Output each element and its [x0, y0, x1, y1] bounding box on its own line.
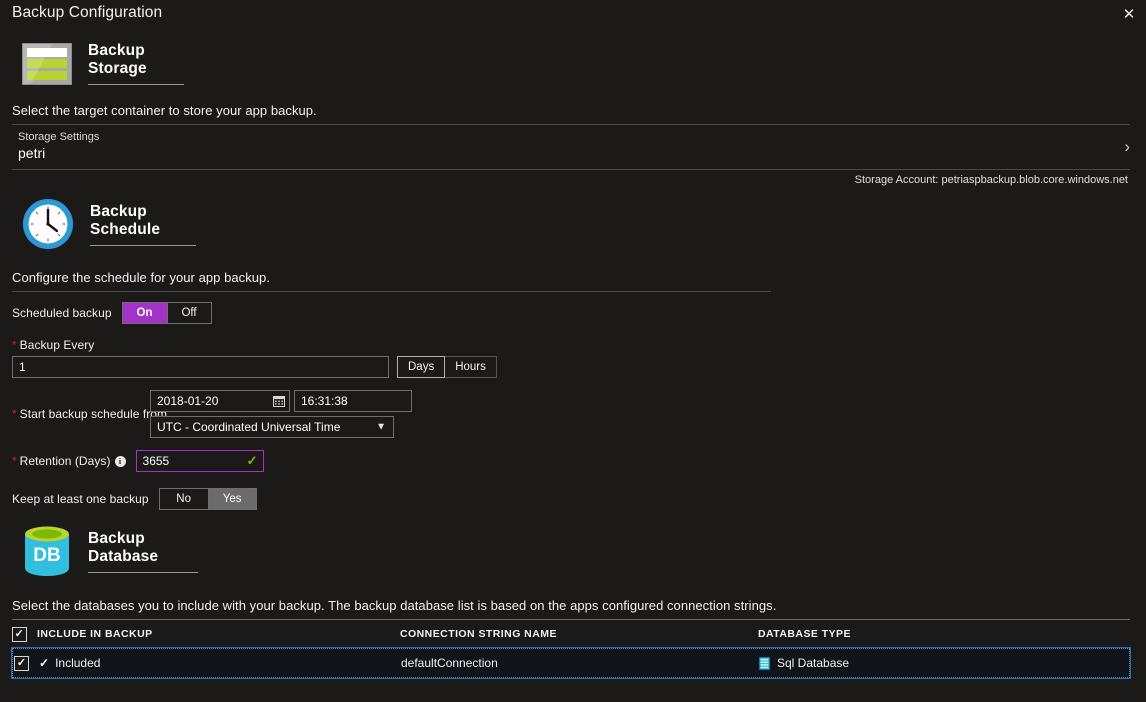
backup-every-input[interactable] [12, 356, 389, 378]
storage-account-note: Storage Account: petriaspbackup.blob.cor… [0, 170, 1146, 186]
column-header-database-type: DATABASE TYPE [758, 628, 1130, 640]
table-row[interactable]: ✓ ✓ Included defaultConnection Sql Datab… [12, 648, 1130, 678]
unit-hours-button[interactable]: Hours [445, 356, 497, 378]
select-all-checkbox[interactable]: ✓ [12, 627, 27, 642]
row-checkbox[interactable]: ✓ [14, 656, 29, 671]
row-include-label: Included [55, 656, 100, 670]
backup-storage-description: Select the target container to store you… [0, 103, 1146, 124]
unit-days-button[interactable]: Days [397, 356, 445, 378]
included-check-icon: ✓ [39, 656, 49, 670]
backup-storage-title: Backup Storage [88, 42, 184, 78]
scheduled-backup-label: Scheduled backup [12, 306, 112, 320]
title-underline [88, 572, 198, 573]
timezone-select[interactable] [150, 416, 394, 438]
backup-every-unit-group[interactable]: Days Hours [397, 356, 497, 378]
start-time-input[interactable] [294, 390, 412, 412]
scheduled-backup-row: Scheduled backup On Off [0, 302, 1146, 324]
svg-text:DB: DB [33, 545, 60, 566]
blade-titlebar: Backup Configuration ✕ [0, 0, 1146, 30]
backup-schedule-title: Backup Schedule [90, 203, 196, 239]
column-header-include-in-backup: INCLUDE IN BACKUP [37, 628, 153, 640]
retention-row: * Retention (Days) i ✓ [0, 450, 1146, 472]
table-header-row: ✓ INCLUDE IN BACKUP CONNECTION STRING NA… [12, 620, 1130, 648]
info-icon[interactable]: i [115, 456, 126, 467]
clock-icon [22, 198, 74, 250]
keep-one-backup-toggle[interactable]: No Yes [159, 488, 257, 510]
start-backup-schedule-label: Start backup schedule from [20, 407, 167, 421]
page-title: Backup Configuration [12, 4, 162, 21]
close-icon[interactable]: ✕ [1116, 2, 1142, 26]
divider [12, 291, 771, 292]
required-marker: * [12, 338, 17, 352]
row-connection-string-name: defaultConnection [401, 656, 759, 670]
chevron-right-icon: › [1124, 137, 1130, 157]
column-header-connection-string-name: CONNECTION STRING NAME [400, 628, 758, 640]
backup-every-group: * Backup Every Days Hours [0, 338, 1146, 378]
sql-database-icon [759, 657, 770, 670]
title-underline [90, 245, 196, 246]
scheduled-backup-option-on[interactable]: On [123, 303, 167, 323]
keep-one-backup-label: Keep at least one backup [12, 492, 149, 506]
backup-database-description: Select the databases you to include with… [0, 598, 1146, 619]
title-underline [88, 84, 184, 85]
scheduled-backup-toggle[interactable]: On Off [122, 302, 212, 324]
storage-icon [22, 43, 72, 85]
databases-table: ✓ INCLUDE IN BACKUP CONNECTION STRING NA… [0, 620, 1146, 678]
storage-settings-label: Storage Settings [18, 131, 1146, 143]
retention-label: Retention (Days) [20, 454, 111, 468]
backup-configuration-blade: Backup Configuration ✕ Backup Storage Se… [0, 0, 1146, 702]
required-marker: * [12, 454, 17, 468]
backup-schedule-description: Configure the schedule for your app back… [0, 270, 1146, 291]
keep-one-backup-row: Keep at least one backup No Yes [0, 488, 1146, 510]
backup-database-title: Backup Database [88, 530, 198, 566]
required-marker: * [12, 407, 17, 421]
storage-settings-picker[interactable]: Storage Settings petri › [0, 125, 1146, 169]
backup-every-label: Backup Every [20, 338, 95, 352]
start-date-input[interactable] [150, 390, 290, 412]
keep-one-backup-option-yes[interactable]: Yes [208, 489, 256, 509]
backup-schedule-header: Backup Schedule [0, 198, 1146, 250]
keep-one-backup-option-no[interactable]: No [160, 489, 208, 509]
scheduled-backup-option-off[interactable]: Off [167, 303, 211, 323]
database-icon: DB [22, 524, 72, 578]
row-database-type: Sql Database [777, 656, 849, 670]
storage-settings-value: petri [18, 145, 1146, 161]
backup-storage-header: Backup Storage [0, 42, 1146, 85]
start-backup-schedule-row: * Start backup schedule from [0, 390, 1146, 438]
backup-database-header: DB Backup Database [0, 524, 1146, 578]
retention-input[interactable] [136, 450, 264, 472]
